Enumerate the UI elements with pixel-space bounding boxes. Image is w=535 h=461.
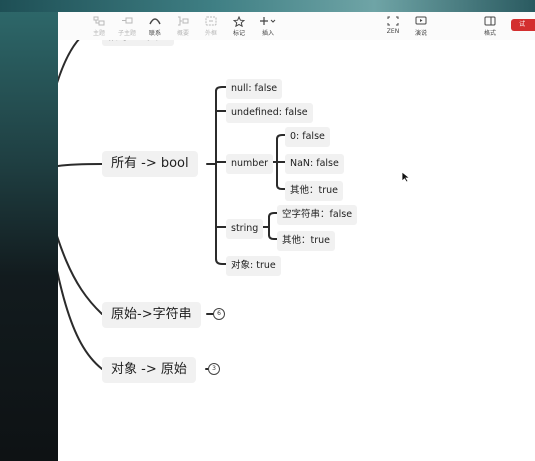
collapsed-count-badge[interactable]: 6: [213, 308, 225, 320]
boundary-icon: [205, 15, 217, 27]
insert-icon: [259, 15, 277, 27]
toolbar: 主题 子主题 联系 概要 外框 标记 插入 ZEN 演说 格式 试: [58, 12, 535, 40]
node-string[interactable]: string: [226, 219, 264, 239]
toolbar-topic-button[interactable]: 主题: [85, 15, 113, 39]
topic-object-to-primitive[interactable]: 对象 -> 原始: [102, 357, 196, 383]
toolbar-summary-label: 概要: [176, 30, 189, 37]
toolbar-relationship-button[interactable]: 联系: [141, 15, 169, 39]
format-icon: [484, 15, 496, 27]
toolbar-relationship-label: 联系: [148, 30, 161, 37]
toolbar-zen-label: ZEN: [386, 28, 400, 35]
zen-icon: [387, 15, 399, 27]
node-number[interactable]: number: [226, 154, 274, 174]
toolbar-insert-button[interactable]: 插入: [254, 15, 282, 39]
toolbar-boundary-label: 外框: [204, 30, 217, 37]
desktop-background: [0, 0, 58, 461]
toolbar-marker-button[interactable]: 标记: [225, 15, 253, 39]
toolbar-boundary-button[interactable]: 外框: [197, 15, 225, 39]
node-string-other[interactable]: 其他：true: [277, 231, 335, 251]
mindmap-canvas[interactable]: 相等 — 类型 所有 -> bool null: false undefined…: [58, 12, 535, 461]
toolbar-summary-button[interactable]: 概要: [169, 15, 197, 39]
relationship-icon: [149, 15, 161, 27]
mindmap-window: 相等 — 类型 所有 -> bool null: false undefined…: [58, 12, 535, 461]
toolbar-subtopic-label: 子主题: [117, 30, 136, 37]
topic-all-to-bool[interactable]: 所有 -> bool: [102, 151, 198, 177]
toolbar-topic-label: 主题: [92, 30, 105, 37]
node-null[interactable]: null: false: [226, 79, 283, 99]
pitch-icon: [415, 15, 427, 27]
topic-icon: [93, 15, 105, 27]
desktop-top-strip: [0, 0, 535, 12]
node-string-empty[interactable]: 空字符串：false: [277, 205, 358, 225]
toolbar-subtopic-button[interactable]: 子主题: [113, 15, 141, 39]
toolbar-format-label: 格式: [483, 30, 496, 37]
node-undefined[interactable]: undefined: false: [226, 103, 313, 123]
node-number-nan[interactable]: NaN: false: [285, 154, 344, 174]
subtopic-icon: [121, 15, 133, 27]
toolbar-zen-button[interactable]: ZEN: [379, 15, 407, 39]
summary-icon: [177, 15, 189, 27]
toolbar-pitch-button[interactable]: 演说: [407, 15, 435, 39]
toolbar-marker-label: 标记: [232, 30, 245, 37]
node-number-zero[interactable]: 0: false: [285, 127, 330, 147]
node-number-other[interactable]: 其他：true: [285, 181, 343, 201]
collapsed-count-badge[interactable]: 3: [208, 363, 220, 375]
marker-icon: [233, 15, 245, 27]
topic-primitive-to-string[interactable]: 原始->字符串: [102, 302, 201, 328]
mouse-cursor-icon: [401, 171, 411, 183]
toolbar-pitch-label: 演说: [414, 30, 427, 37]
toolbar-insert-label: 插入: [261, 30, 274, 37]
node-object[interactable]: 对象: true: [226, 256, 281, 276]
toolbar-format-button[interactable]: 格式: [476, 15, 504, 39]
trial-button[interactable]: 试: [511, 19, 535, 31]
